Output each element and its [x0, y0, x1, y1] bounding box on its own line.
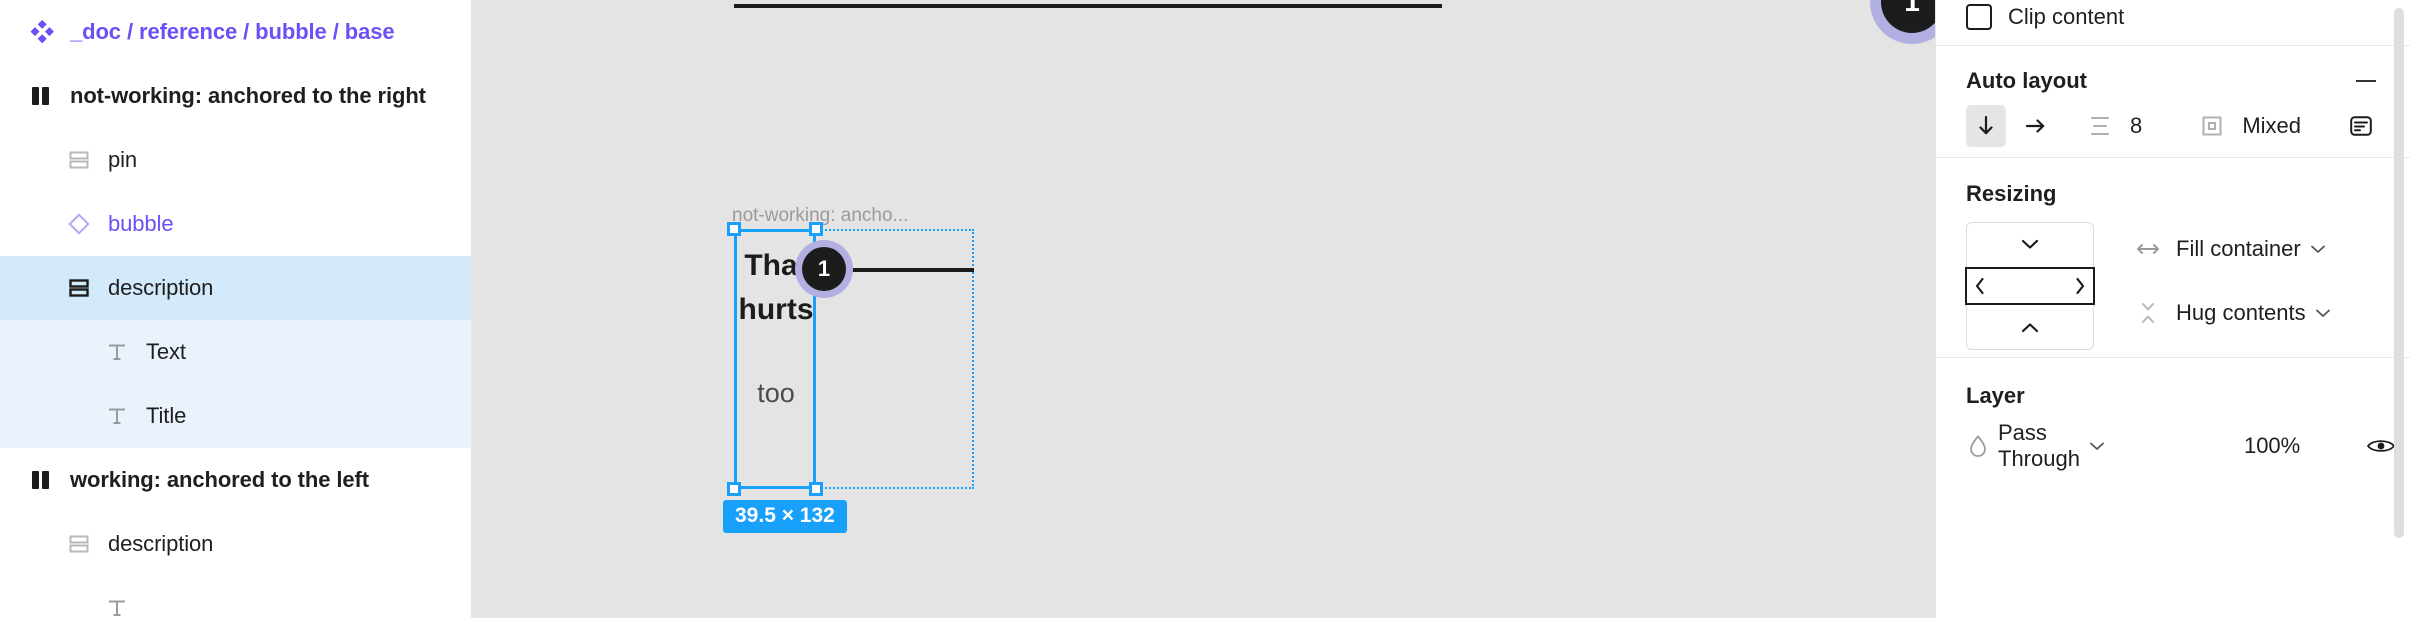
layer-header: Layer	[1936, 376, 2410, 416]
layer-label: _doc / reference / bubble / base	[70, 19, 395, 44]
resize-handle-bottom-left[interactable]	[727, 482, 741, 496]
layer-row-bubble[interactable]: bubble	[0, 192, 471, 256]
layer-section: Layer Pass Through 100%	[1936, 358, 2410, 478]
resizing-header: Resizing	[1936, 176, 2410, 212]
auto-layout-collapse-button[interactable]	[2351, 66, 2381, 96]
vertical-resizing-value: Hug contents	[2176, 300, 2306, 325]
marker-bubble-selected[interactable]: 1	[795, 240, 853, 298]
chevron-down-icon[interactable]	[2314, 307, 2332, 319]
chevron-up-icon	[1967, 321, 2093, 335]
component-instance-icon	[62, 207, 96, 241]
auto-layout-vertical-icon	[62, 143, 96, 177]
chevron-left-icon	[1975, 277, 1984, 295]
properties-scroll-area: Clip content Auto layout 8 Mixed Resizin…	[1936, 0, 2410, 478]
layer-row-component-set[interactable]: _doc / reference / bubble / base	[0, 0, 471, 64]
horizontal-resizing-control[interactable]: Fill container	[2130, 236, 2332, 262]
resizing-title: Resizing	[1966, 181, 2057, 206]
auto-layout-padding-value[interactable]: Mixed	[2242, 113, 2301, 139]
vertical-resize-icon	[2130, 300, 2166, 326]
layer-label: Title	[146, 403, 187, 428]
chevron-right-icon	[2076, 277, 2085, 295]
resizing-section: Resizing Fill container Hug contents	[1936, 158, 2410, 358]
horizontal-resizing-value: Fill container	[2176, 236, 2301, 261]
resize-handle-top-left[interactable]	[727, 222, 741, 236]
layer-title: Layer	[1966, 383, 2025, 408]
chevron-down-icon	[1967, 237, 2093, 251]
frame-section: Clip content	[1936, 0, 2410, 46]
frame-icon	[24, 463, 58, 497]
layer-label: not-working: anchored to the right	[70, 83, 426, 108]
clip-content-checkbox[interactable]	[1966, 4, 1992, 30]
layers-panel: _doc / reference / bubble / base not-wor…	[0, 0, 472, 618]
figma-editor-window: _doc / reference / bubble / base not-wor…	[0, 0, 2410, 618]
marker-bubble-number: 1	[1881, 0, 1935, 33]
layer-row-description-2[interactable]: description	[0, 512, 471, 576]
layer-label: pin	[108, 147, 138, 172]
eye-icon[interactable]	[2366, 436, 2396, 456]
layer-label: description	[108, 275, 214, 300]
layer-label: bubble	[108, 211, 174, 236]
vertical-resizing-control[interactable]: Hug contents	[2130, 300, 2332, 326]
selected-text-sub: too	[757, 378, 795, 408]
layer-row-frame-working[interactable]: working: anchored to the left	[0, 448, 471, 512]
padding-icon	[2192, 105, 2232, 147]
blend-mode-value[interactable]: Pass Through	[1998, 420, 2080, 472]
layout-direction-vertical-button[interactable]	[1966, 105, 2007, 147]
connector-line-selected	[852, 268, 974, 272]
resizing-controls: Fill container Hug contents	[1936, 212, 2410, 362]
text-icon	[100, 335, 134, 369]
resize-handle-top-right[interactable]	[809, 222, 823, 236]
design-canvas[interactable]: 1 This is a longer title And an even lon…	[472, 0, 1935, 618]
properties-panel-scrollbar[interactable]	[2394, 8, 2404, 538]
clip-content-row[interactable]: Clip content	[1936, 0, 2410, 34]
auto-layout-title: Auto layout	[1966, 68, 2087, 93]
auto-layout-vertical-icon	[62, 271, 96, 305]
connector-line-top	[734, 4, 1442, 8]
chevron-down-icon[interactable]	[2309, 243, 2327, 255]
vertical-gap-icon	[2080, 105, 2120, 147]
horizontal-fill-indicator	[1965, 267, 2095, 305]
layer-row-pin[interactable]: pin	[0, 128, 471, 192]
blend-mode-icon	[1966, 433, 1990, 459]
layer-row-frame-not-working[interactable]: not-working: anchored to the right	[0, 64, 471, 128]
layer-label: Text	[146, 339, 186, 364]
layer-row-text[interactable]: Text	[0, 320, 471, 384]
layer-blend-row: Pass Through 100%	[1936, 416, 2410, 476]
layer-label: description	[108, 531, 214, 556]
layer-row-description-selected[interactable]: description	[0, 256, 471, 320]
auto-layout-vertical-icon	[62, 527, 96, 561]
layout-direction-horizontal-button[interactable]	[2016, 105, 2056, 147]
layer-row-partial[interactable]	[0, 576, 471, 618]
marker-bubble-number: 1	[802, 247, 846, 291]
resize-preview-widget[interactable]	[1965, 222, 2095, 350]
resize-handle-bottom-right[interactable]	[809, 482, 823, 496]
horizontal-resize-icon	[2130, 240, 2166, 258]
properties-panel: Clip content Auto layout 8 Mixed Resizin…	[1935, 0, 2410, 618]
layer-row-title[interactable]: Title	[0, 384, 471, 448]
auto-layout-controls: 8 Mixed	[1936, 98, 2410, 154]
auto-layout-section: Auto layout 8 Mixed	[1936, 46, 2410, 158]
clip-content-label: Clip content	[2008, 4, 2125, 29]
text-align-icon[interactable]	[2341, 105, 2381, 147]
layer-opacity-value[interactable]: 100%	[2244, 433, 2300, 459]
layer-label: working: anchored to the left	[70, 467, 369, 492]
auto-layout-spacing-value[interactable]: 8	[2130, 113, 2142, 139]
frame-icon	[24, 79, 58, 113]
chevron-down-icon[interactable]	[2088, 440, 2106, 452]
auto-layout-header: Auto layout	[1936, 64, 2410, 98]
component-set-icon	[24, 15, 58, 49]
text-icon	[100, 399, 134, 433]
marker-bubble-top[interactable]: 1	[1870, 0, 1935, 44]
selection-size-badge: 39.5 × 132	[723, 500, 847, 533]
text-icon	[100, 591, 134, 618]
